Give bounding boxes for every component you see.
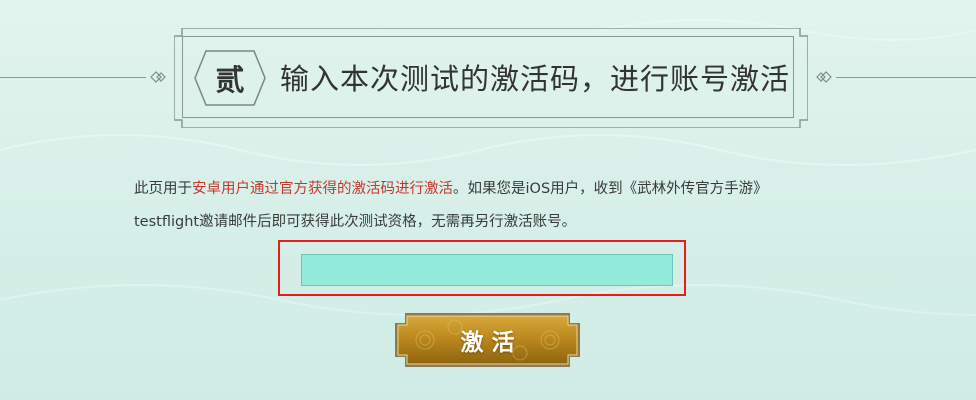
description-part-2: 。如果您是iOS用户，收到《武林外传官方手游》 (453, 181, 768, 197)
step-badge-label: 贰 (215, 63, 245, 97)
description-part-1: 此页用于 (134, 181, 192, 197)
page-title: 输入本次测试的激活码，进行账号激活 (280, 62, 791, 96)
left-diamond-ornament-icon (150, 71, 166, 83)
activate-button-label: 激活 (460, 330, 523, 356)
activate-button[interactable]: 激活 (395, 313, 580, 367)
left-divider-line (0, 77, 146, 78)
right-diamond-ornament-icon (816, 71, 832, 83)
description-line-2: testflight邀请邮件后即可获得此次测试资格，无需再另行激活账号。 (134, 214, 577, 230)
description-text: 此页用于安卓用户通过官方获得的激活码进行激活。如果您是iOS用户，收到《武林外传… (134, 173, 854, 239)
description-line-1: 此页用于安卓用户通过官方获得的激活码进行激活。如果您是iOS用户，收到《武林外传… (134, 173, 854, 206)
right-divider-line (836, 77, 976, 78)
description-highlight: 安卓用户通过官方获得的激活码进行激活 (192, 181, 453, 197)
activation-code-input[interactable] (301, 254, 673, 286)
